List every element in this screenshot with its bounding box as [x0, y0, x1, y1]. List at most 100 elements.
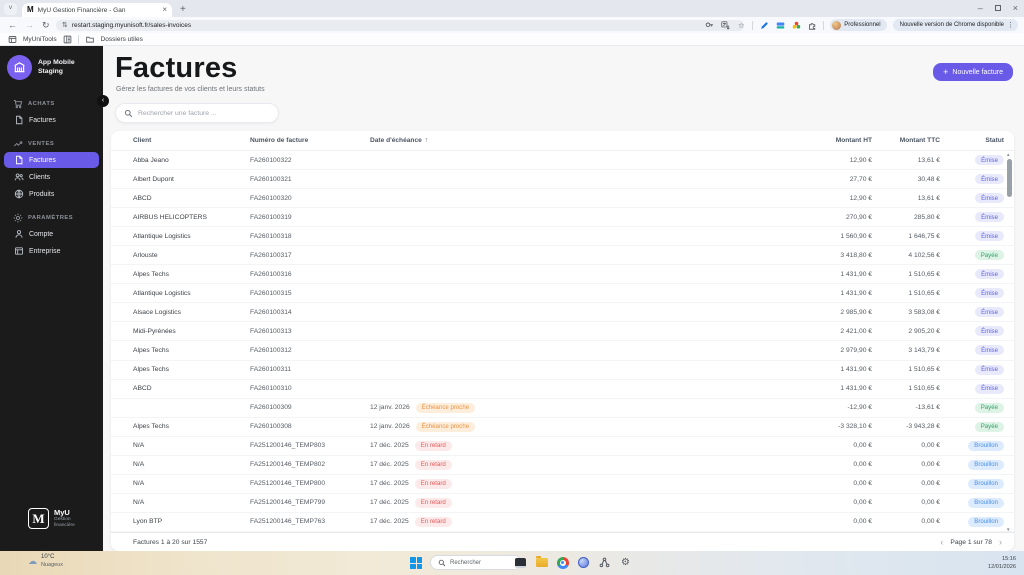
cell-status: Brouillon	[940, 516, 1004, 527]
browser-tab[interactable]: M MyU Gestion Financière - Gan ×	[22, 3, 172, 17]
toolbar-actions: ☆ Professionnel Nouvelle version de Chro…	[704, 17, 1024, 33]
column-header-status[interactable]: Statut	[940, 137, 1004, 144]
pagination: ‹ Page 1 sur 78 ›	[940, 537, 1002, 547]
toolbar-separator	[752, 20, 754, 30]
sidebar-item-ventes-factures[interactable]: Factures	[4, 152, 99, 168]
invoice-row[interactable]: Alsace Logistics FA260100314 2 985,90 € 3 5…	[111, 303, 1014, 323]
cell-status: Émise	[940, 193, 1004, 204]
cell-status: Brouillon	[940, 497, 1004, 508]
sidebar-item-entreprise[interactable]: Entreprise	[4, 243, 99, 259]
next-page-icon[interactable]: ›	[999, 537, 1002, 547]
cell-invoice-number: FA260100316	[250, 270, 292, 278]
bookmark-item-myunitools[interactable]: MyUniTools	[23, 36, 57, 43]
window-maximize-button[interactable]	[994, 5, 1001, 11]
forward-icon[interactable]: →	[25, 20, 34, 30]
file-explorer-icon[interactable]	[535, 556, 548, 569]
invoice-row[interactable]: N/A FA251200146_TEMP799 17 déc. 2025 En ret…	[111, 494, 1014, 513]
extension-bars-icon[interactable]	[775, 20, 785, 30]
reading-list-icon[interactable]	[63, 35, 72, 44]
invoice-row[interactable]: Alpes Techs FA260100312 2 979,90 € 3 143,79…	[111, 341, 1014, 361]
invoice-row[interactable]: ABCD FA260100310 1 431,90 € 1 510,65 € Émise	[111, 380, 1014, 399]
bookmark-star-icon[interactable]: ☆	[736, 20, 746, 30]
globe-icon	[14, 189, 24, 199]
column-header-amount-ht[interactable]: Montant HT	[780, 137, 872, 144]
cell-client: ABCD	[133, 194, 152, 202]
table-scrollbar[interactable]: ▲ ▼	[1005, 152, 1013, 532]
column-header-due-date[interactable]: Date d'échéance ↑	[370, 137, 780, 144]
cell-amount-ttc: 0,00 €	[921, 442, 940, 450]
scrollbar-thumb[interactable]	[1006, 159, 1012, 197]
taskbar-weather-widget[interactable]: ☁ 10°C Nuageux	[28, 554, 63, 568]
table-footer: Factures 1 à 20 sur 1557 ‹ Page 1 sur 78…	[111, 532, 1014, 551]
invoice-row[interactable]: ABCD FA260100320 12,90 € 13,61 € Émise	[111, 189, 1014, 209]
cell-client: Atlantique Logistics	[133, 232, 191, 240]
invoice-row[interactable]: AIRBUS HELICOPTERS FA260100319 270,90 € 285…	[111, 208, 1014, 228]
due-date-badge: En retard	[414, 440, 452, 451]
taskbar-clock[interactable]: 15:16 12/01/2026	[988, 555, 1016, 571]
settings-gear-icon[interactable]: ⚙	[619, 556, 632, 569]
search-placeholder: Rechercher une facture ...	[138, 109, 217, 117]
site-settings-icon[interactable]: ⇅	[62, 22, 68, 29]
previous-page-icon[interactable]: ‹	[940, 537, 943, 547]
start-button[interactable]	[410, 557, 422, 569]
column-header-number[interactable]: Numéro de facture	[250, 137, 370, 144]
invoice-row[interactable]: Abba Jeano FA260100322 12,90 € 13,61 € Émise	[111, 151, 1014, 171]
reload-icon[interactable]: ↻	[42, 20, 50, 30]
invoice-row[interactable]: Alpes Techs FA260100316 1 431,90 € 1 510,65…	[111, 265, 1014, 285]
due-date-badge: En retard	[414, 497, 452, 508]
sort-ascending-icon[interactable]: ↑	[425, 137, 429, 144]
sidebar-collapse-button[interactable]: ‹	[97, 95, 109, 107]
invoice-row[interactable]: Alpes Techs FA260100308 12 janv. 2026 Échéa…	[111, 418, 1014, 437]
cell-amount-ht: 270,90 €	[845, 213, 872, 221]
extensions-puzzle-icon[interactable]	[807, 20, 817, 30]
invoice-row[interactable]: N/A FA251200146_TEMP800 17 déc. 2025 En ret…	[111, 475, 1014, 494]
invoice-row[interactable]: Albert Dupont FA260100321 27,70 € 30,48 € Ém…	[111, 170, 1014, 190]
browser-menu-icon[interactable]: ⋮	[1007, 22, 1014, 29]
share-icon[interactable]	[598, 556, 611, 569]
invoice-row[interactable]: Atlantique Logistics FA260100315 1 431,90 …	[111, 284, 1014, 304]
invoice-row[interactable]: N/A FA251200146_TEMP802 17 déc. 2025 En ret…	[111, 456, 1014, 475]
sidebar-item-label: Factures	[29, 156, 56, 164]
new-tab-button[interactable]: +	[180, 3, 186, 16]
column-header-amount-ttc[interactable]: Montant TTC	[872, 137, 940, 144]
invoice-row[interactable]: FA260100309 12 janv. 2026 Échéance proche -…	[111, 399, 1014, 418]
invoice-row[interactable]: Atlantique Logistics FA260100318 1 560,90 …	[111, 227, 1014, 247]
sidebar-item-produits[interactable]: Produits	[4, 186, 99, 202]
window-close-button[interactable]: ×	[1013, 3, 1018, 13]
due-date-badge: En retard	[414, 478, 452, 489]
passkey-icon[interactable]	[704, 20, 714, 30]
translate-icon[interactable]	[720, 20, 730, 30]
chrome-icon[interactable]	[556, 556, 569, 569]
invoice-row[interactable]: N/A FA251200146_TEMP803 17 déc. 2025 En ret…	[111, 437, 1014, 456]
column-header-client[interactable]: Client	[133, 137, 250, 144]
invoice-row[interactable]: Alpes Techs FA260100311 1 431,90 € 1 510,65…	[111, 361, 1014, 380]
taskbar-search[interactable]: Rechercher	[430, 555, 522, 570]
sidebar-item-achats-factures[interactable]: Factures	[4, 112, 99, 128]
new-invoice-button[interactable]: + Nouvelle facture	[933, 63, 1013, 81]
cell-invoice-number: FA260100312	[250, 346, 292, 354]
search-input[interactable]: Rechercher une facture ...	[115, 103, 279, 123]
window-minimize-button[interactable]: –	[978, 3, 983, 13]
address-bar[interactable]: ⇅ restart.staging.myunisoft.fr/sales-inv…	[56, 19, 744, 31]
due-date-text: 17 déc. 2025	[370, 480, 409, 488]
cell-amount-ttc: 1 510,65 €	[908, 270, 940, 278]
bookmark-folder-dossiers-utiles[interactable]: Dossiers utiles	[101, 36, 143, 43]
profile-chip[interactable]: Professionnel	[830, 19, 887, 31]
sidebar-item-clients[interactable]: Clients	[4, 169, 99, 185]
tab-search-button[interactable]: ˅	[4, 3, 17, 15]
color-wheel-icon[interactable]	[791, 20, 801, 30]
invoice-row[interactable]: Arlouste FA260100317 3 418,80 € 4 102,56 € P…	[111, 246, 1014, 266]
snipping-tool-icon[interactable]	[577, 556, 590, 569]
extension-pen-icon[interactable]	[759, 20, 769, 30]
tab-close-icon[interactable]: ×	[162, 6, 167, 14]
window-app-icon[interactable]	[514, 556, 527, 569]
scrollbar-up-icon[interactable]: ▲	[1006, 152, 1010, 157]
invoice-row[interactable]: Lyon BTP FA251200146_TEMP763 17 déc. 2025 E…	[111, 513, 1014, 532]
sidebar-item-compte[interactable]: Compte	[4, 226, 99, 242]
invoice-row[interactable]: Midi-Pyrénées FA260100313 2 421,00 € 2 905,…	[111, 322, 1014, 342]
back-icon[interactable]: ←	[8, 20, 17, 30]
cell-client: N/A	[133, 461, 145, 469]
cell-client: Alsace Logistics	[133, 308, 181, 316]
chrome-update-button[interactable]: Nouvelle version de Chrome disponible ⋮	[892, 19, 1018, 31]
search-icon	[438, 559, 446, 567]
